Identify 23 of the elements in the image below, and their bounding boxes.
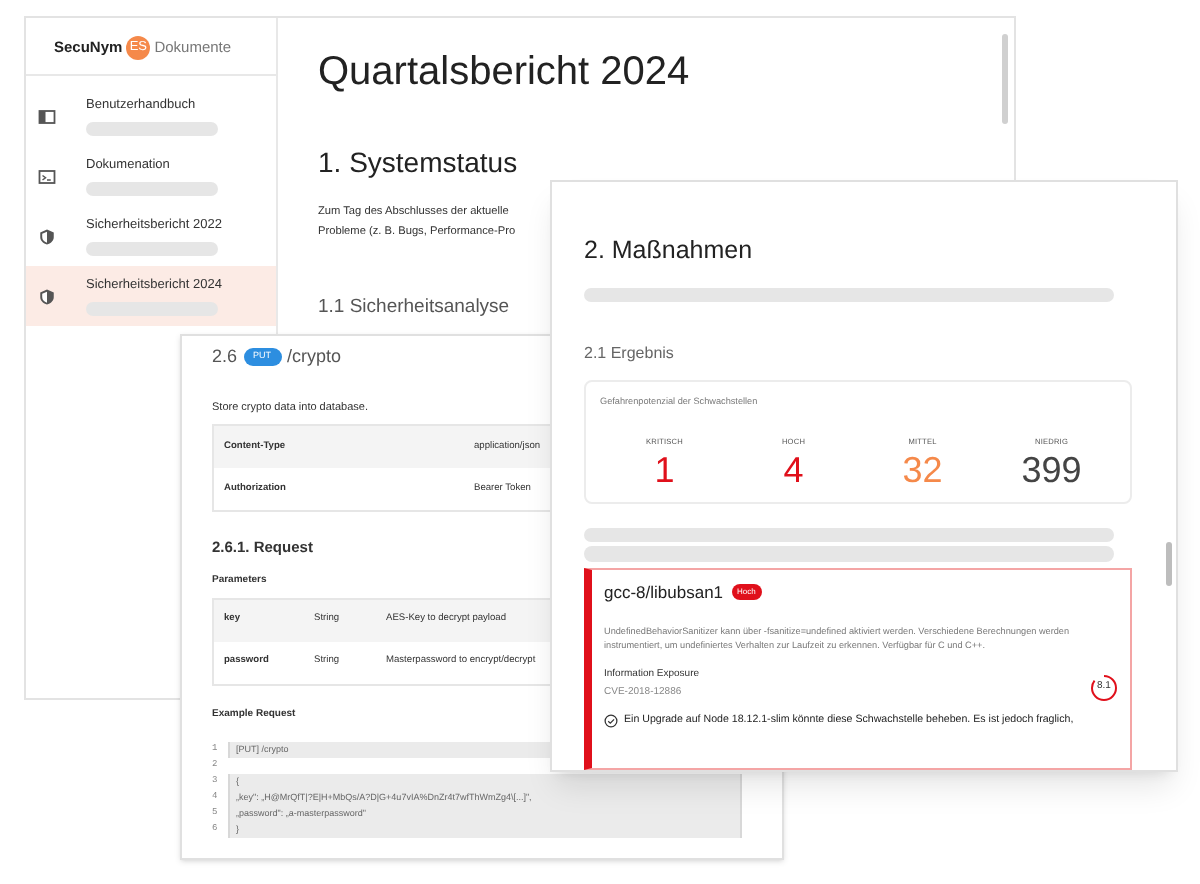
- placeholder-bar: [86, 181, 218, 196]
- scrollbar-thumb[interactable]: [1002, 34, 1008, 124]
- scrollbar-thumb[interactable]: [1166, 542, 1172, 586]
- shield-icon: [38, 287, 56, 305]
- severity-count: 1: [654, 449, 675, 490]
- terminal-icon: [38, 167, 56, 185]
- package-name: gcc-8/libubsan1: [604, 579, 724, 605]
- subsection-heading: 1.1 Sicherheitsanalyse: [318, 293, 510, 322]
- check-circle-icon: [604, 713, 618, 728]
- severity-count: 399: [1021, 449, 1082, 490]
- placeholder-bar: [86, 121, 218, 136]
- book-icon: [38, 107, 56, 125]
- page-title: Quartalsbericht 2024: [318, 48, 690, 98]
- section-heading: 1. Systemstatus: [318, 144, 518, 182]
- subsection-heading: 2.1 Ergebnis: [584, 342, 674, 367]
- endpoint-number: 2.6: [212, 344, 238, 370]
- placeholder-bar: [86, 241, 218, 256]
- severity-count: 4: [783, 449, 804, 490]
- endpoint-path: /crypto: [287, 344, 342, 370]
- shield-icon: [38, 227, 56, 245]
- score-ring-icon: [1090, 673, 1118, 701]
- severity-count: 32: [902, 449, 943, 490]
- section-heading: 2. Maßnahmen: [584, 234, 753, 268]
